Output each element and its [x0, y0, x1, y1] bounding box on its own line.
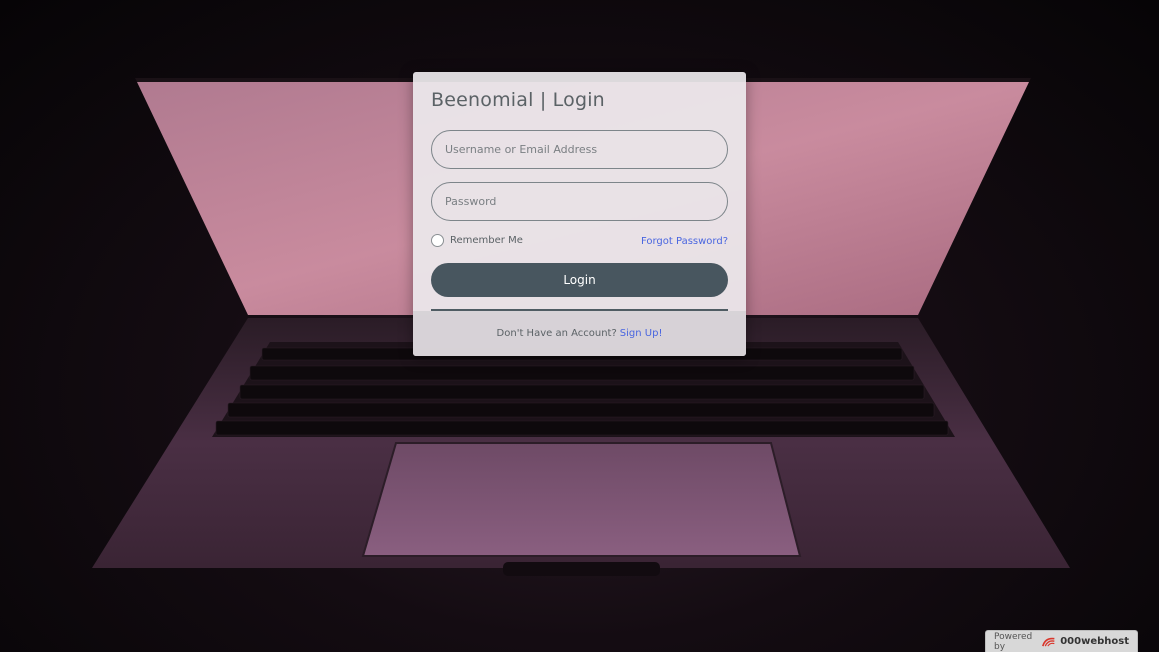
username-input[interactable] — [431, 130, 728, 169]
login-button[interactable]: Login — [431, 263, 728, 297]
login-card: Beenomial | Login Remember Me Forgot Pas… — [413, 72, 746, 356]
webhost-logo-icon — [1042, 637, 1055, 646]
signup-footer: Don't Have an Account? Sign Up! — [413, 311, 746, 356]
signup-prompt: Don't Have an Account? — [496, 328, 617, 339]
remember-me-label: Remember Me — [450, 235, 523, 246]
signup-link[interactable]: Sign Up! — [620, 328, 663, 339]
powered-by-badge[interactable]: Powered by 000webhost — [985, 630, 1138, 652]
brand-name: 000webhost — [1060, 636, 1129, 647]
powered-by-label: Powered by — [994, 631, 1033, 652]
forgot-password-link[interactable]: Forgot Password? — [641, 236, 728, 247]
password-input[interactable] — [431, 182, 728, 221]
page-title: Beenomial | Login — [431, 89, 605, 111]
remember-me-checkbox[interactable] — [431, 234, 444, 247]
remember-me-row: Remember Me — [431, 234, 523, 247]
